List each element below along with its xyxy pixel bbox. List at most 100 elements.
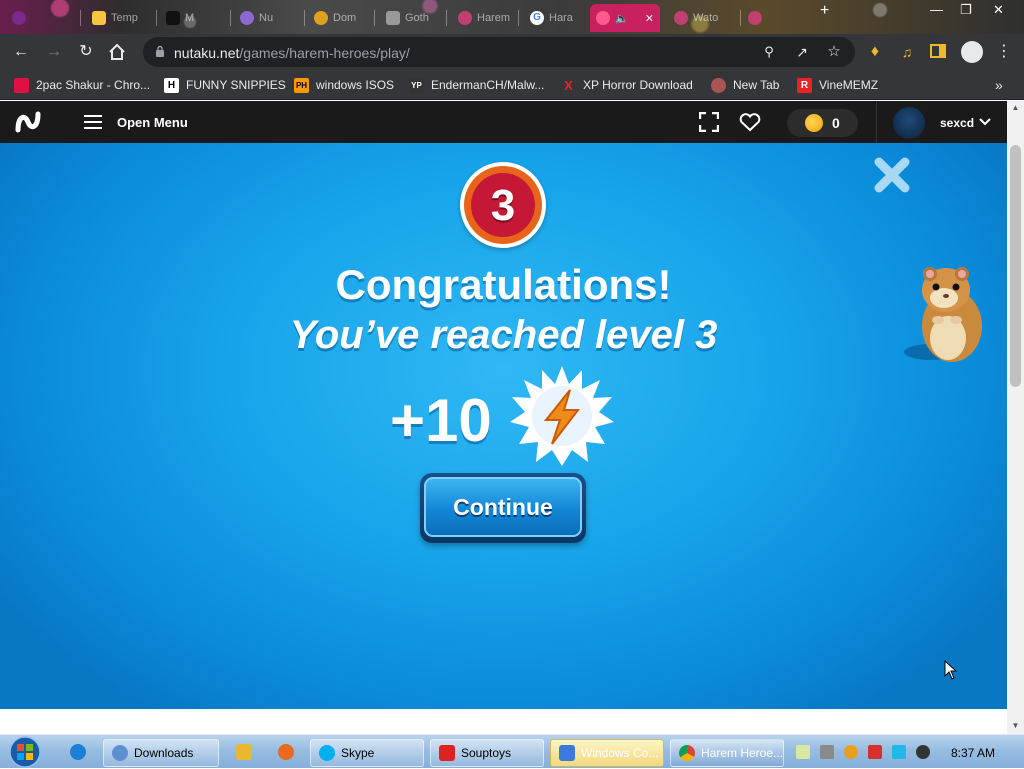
bookmarks-overflow-button[interactable]: » [995,76,1003,94]
scroll-up-arrow-icon[interactable]: ▲ [1007,103,1024,117]
browser-tab[interactable]: Temp [86,4,152,32]
bookmark-item[interactable]: PH windows ISOS [294,76,394,94]
taskbar-item-skype[interactable]: Skype [310,739,424,767]
taskbar-item-windows-co[interactable]: Windows Co... [550,739,664,767]
skype-icon [319,745,335,761]
extensions-icon[interactable]: ♦ [866,43,884,61]
coin-count: 0 [832,115,840,131]
tab-separator [156,10,157,26]
taskbar-item-harem-heroes[interactable]: Harem Heroe... [670,739,784,767]
browser-tab[interactable]: Harem [452,4,518,32]
heart-icon[interactable] [739,113,761,132]
scrollbar-thumb[interactable] [1010,145,1021,387]
app-shortcut-icon[interactable] [278,744,294,760]
tab-title: Hara [549,12,573,24]
bookmark-item[interactable]: 2pac Shakur - Chro... [14,76,150,94]
key-icon[interactable]: ⚲ [760,43,778,61]
level-reached-text: You’ve reached level 3 [289,313,718,357]
taskbar-item-label: Skype [341,746,375,760]
hamburger-menu-icon[interactable] [84,114,102,130]
forward-icon[interactable]: → [45,43,63,61]
level-badge: 3 [460,162,546,248]
reload-icon[interactable]: ↻ [77,43,95,61]
network-tray-icon[interactable] [892,745,906,759]
energy-bolt-icon [510,366,614,466]
flag-tray-icon[interactable] [868,745,882,759]
media-player-icon[interactable] [236,744,252,760]
open-menu-label[interactable]: Open Menu [117,115,188,130]
header-divider [876,101,877,143]
browser-tab[interactable]: Wato [668,4,738,32]
search-tray-icon[interactable] [844,745,858,759]
volume-tray-icon[interactable] [916,745,930,759]
taskbar-item-souptoys[interactable]: Souptoys [430,739,544,767]
h-icon: H [164,77,179,93]
close-window-icon[interactable]: ✕ [993,2,1004,18]
energy-reward-amount: +10 [390,387,492,454]
bookmark-item[interactable]: R VineMEMZ [797,76,878,94]
tray-app-icon[interactable] [796,745,810,759]
address-bar[interactable]: nutaku.net/games/harem-heroes/play/ ⚲ ↗ … [143,37,855,67]
fullscreen-icon[interactable] [699,112,719,132]
coin-balance[interactable]: 0 [787,109,858,137]
ph-icon: PH [294,77,309,93]
minimize-icon[interactable]: — [930,2,943,17]
bookmark-item[interactable]: YP EndermanCH/Malw... [409,76,544,94]
system-clock[interactable]: 8:37 AM [951,746,995,760]
taskbar-item-label: Souptoys [461,746,512,760]
game-canvas[interactable]: 3 Congratulations! You’ve reached level … [0,143,1007,709]
bookmark-star-icon[interactable]: ☆ [825,43,843,61]
nutaku-logo-icon[interactable] [15,110,41,134]
bookmark-item[interactable]: X XP Horror Download [561,76,693,94]
bookmarks-bar: 2pac Shakur - Chro... H FUNNY SNIPPIES P… [0,70,1024,100]
browser-tab[interactable]: Goth [380,4,446,32]
taskbar-item-downloads[interactable]: Downloads [103,739,219,767]
tab-separator [304,10,305,26]
browser-tab[interactable]: G Hara [524,4,586,32]
tab-title: Dom [333,12,357,24]
media-control-icon[interactable]: ♫ [898,43,916,61]
share-icon[interactable]: ↗ [793,43,811,61]
browser-tab[interactable]: Nu [234,4,304,32]
browser-tab[interactable] [6,4,66,32]
username[interactable]: sexcd [940,116,974,130]
tab-title: Nu [259,12,274,24]
windows-icon [559,745,575,761]
start-button[interactable] [6,735,44,769]
side-panel-icon[interactable] [929,43,947,61]
bookmark-label: New Tab [733,78,780,92]
congratulations-heading: Congratulations! [335,261,672,308]
tab-separator [230,10,231,26]
tray-app-icon[interactable] [820,745,834,759]
browser-tab[interactable]: M [160,4,226,32]
new-tab-button[interactable]: + [820,2,829,20]
avatar[interactable] [893,107,925,139]
menu-kebab-icon[interactable]: ⋮ [995,43,1013,61]
continue-button[interactable]: Continue [420,473,586,543]
back-icon[interactable]: ← [12,43,30,61]
browser-tab-active[interactable]: 🔈 ✕ [590,4,660,32]
page-scrollbar[interactable]: ▲ ▼ [1007,101,1024,734]
tab-title: Goth [405,12,429,24]
continue-button-label: Continue [453,494,553,520]
bookmark-label: FUNNY SNIPPIES [186,78,286,92]
restore-icon[interactable]: ❐ [960,2,972,18]
internet-explorer-icon[interactable] [70,744,86,760]
close-popup-icon[interactable] [873,156,911,194]
folder-icon [92,11,106,25]
bookmark-item[interactable]: H FUNNY SNIPPIES [164,76,286,94]
level-number: 3 [490,181,516,230]
browser-tab[interactable]: Dom [308,4,374,32]
close-tab-icon[interactable]: ✕ [645,12,654,25]
browser-tab[interactable] [742,4,772,32]
profile-avatar-icon[interactable] [961,41,983,63]
bookmark-item[interactable]: New Tab [711,76,779,94]
chevron-down-icon[interactable] [979,118,991,126]
page-below-game [0,709,1007,734]
scroll-down-arrow-icon[interactable]: ▼ [1007,721,1024,733]
speaker-icon[interactable]: 🔈 [615,12,629,25]
tab-separator [374,10,375,26]
tab-favicon-icon [314,11,328,25]
home-icon[interactable] [108,43,126,61]
mouse-cursor-icon [944,660,958,680]
